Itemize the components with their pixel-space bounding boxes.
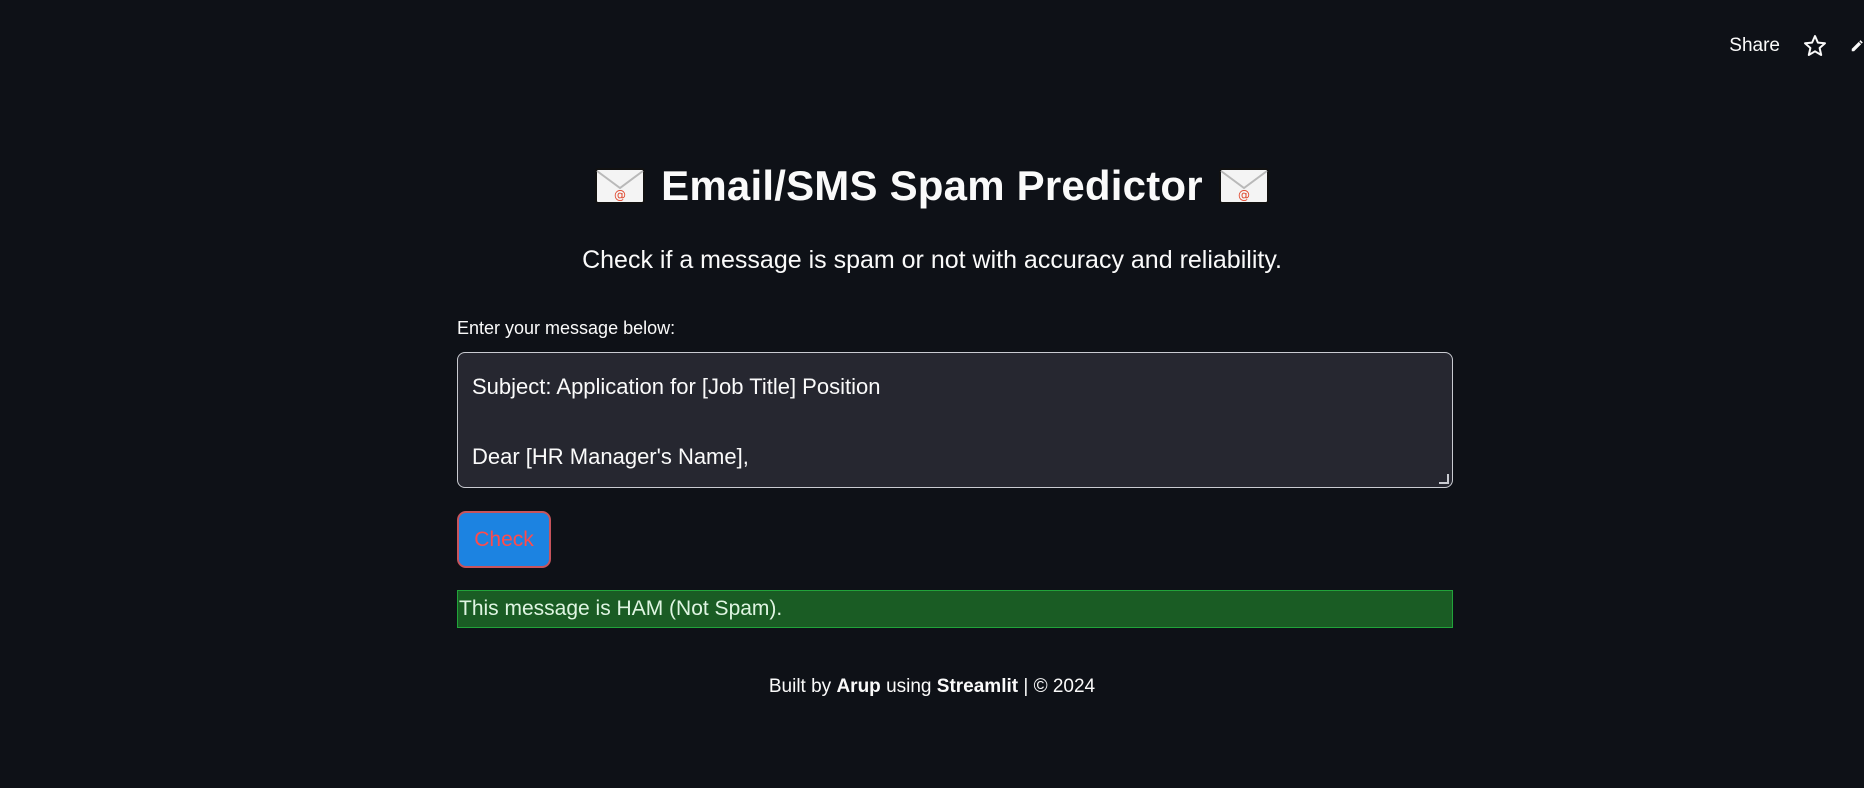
- star-icon[interactable]: [1802, 33, 1828, 59]
- message-textarea-container: [457, 352, 1453, 488]
- message-textarea[interactable]: [458, 353, 1452, 487]
- share-button[interactable]: Share: [1729, 35, 1780, 57]
- title-row: @ Email/SMS Spam Predictor @: [0, 162, 1864, 210]
- page-subtitle: Check if a message is spam or not with a…: [582, 246, 1282, 274]
- footer-author: Arup: [836, 676, 881, 697]
- resize-handle-icon[interactable]: [1439, 474, 1449, 484]
- footer: Built by Arup using Streamlit | © 2024: [0, 676, 1864, 698]
- message-input-label: Enter your message below:: [457, 318, 676, 338]
- pencil-icon[interactable]: [1850, 33, 1864, 59]
- success-alert: This message is HAM (Not Spam).: [457, 590, 1453, 628]
- top-toolbar: Share: [1729, 30, 1864, 62]
- check-button[interactable]: Check: [457, 511, 551, 568]
- app-page: Share @ Email/SMS Spam Predictor @ Check…: [0, 0, 1864, 788]
- svg-text:@: @: [1238, 188, 1250, 202]
- footer-prefix: Built by: [768, 676, 832, 697]
- envelope-icon: @: [595, 168, 646, 204]
- envelope-icon: @: [1218, 168, 1269, 204]
- footer-suffix: | © 2024: [1023, 676, 1096, 697]
- footer-framework: Streamlit: [936, 676, 1019, 697]
- page-title: Email/SMS Spam Predictor: [661, 162, 1203, 209]
- footer-middle: using: [886, 676, 932, 697]
- svg-text:@: @: [614, 188, 626, 202]
